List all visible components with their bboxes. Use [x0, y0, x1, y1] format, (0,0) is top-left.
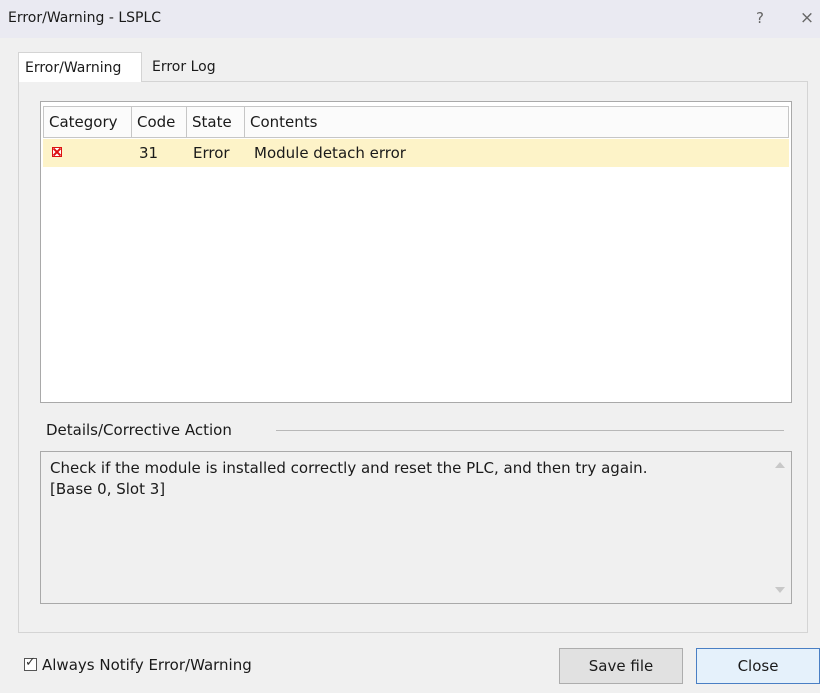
vertical-scrollbar[interactable]: [770, 454, 789, 601]
scroll-down-icon[interactable]: [775, 587, 785, 593]
column-header-state[interactable]: State: [187, 107, 245, 137]
error-list[interactable]: Category Code State Contents 31 Error Mo…: [40, 101, 792, 403]
column-header-category[interactable]: Category: [44, 107, 132, 137]
divider: [276, 430, 784, 431]
title-bar: Error/Warning - LSPLC ? ×: [0, 0, 820, 38]
grid-header: Category Code State Contents: [43, 106, 789, 138]
tab-error-log[interactable]: Error Log: [152, 52, 216, 82]
cell-contents: Module detach error: [254, 144, 406, 162]
details-text: Check if the module is installed correct…: [50, 459, 648, 498]
details-label: Details/Corrective Action: [46, 421, 232, 439]
cell-state: Error: [193, 144, 230, 162]
always-notify-label[interactable]: Always Notify Error/Warning: [42, 654, 252, 676]
checkmark-icon: ✓: [25, 655, 36, 670]
window-title: Error/Warning - LSPLC: [8, 10, 162, 26]
always-notify-checkbox[interactable]: ✓: [24, 655, 37, 671]
window-close-button[interactable]: ×: [796, 6, 818, 30]
help-button[interactable]: ?: [750, 6, 770, 30]
scroll-up-icon[interactable]: [775, 462, 785, 468]
column-header-code[interactable]: Code: [132, 107, 187, 137]
cell-code: 31: [139, 144, 159, 162]
close-button[interactable]: Close: [696, 648, 820, 684]
details-textbox[interactable]: Check if the module is installed correct…: [40, 451, 792, 604]
error-icon: [52, 147, 62, 157]
save-file-button[interactable]: Save file: [559, 648, 683, 684]
column-header-contents[interactable]: Contents: [245, 107, 790, 137]
tab-error-warning[interactable]: Error/Warning: [18, 52, 142, 82]
table-row[interactable]: 31 Error Module detach error: [43, 139, 789, 167]
